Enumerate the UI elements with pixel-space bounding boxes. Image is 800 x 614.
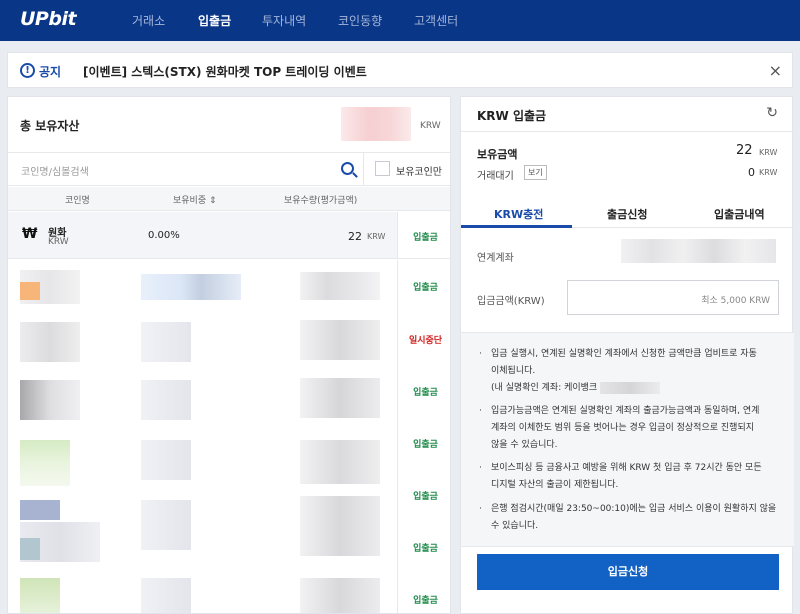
divider [363, 153, 364, 186]
deposit-amount-label: 입금금액(KRW) [477, 296, 545, 307]
search-icon[interactable] [341, 162, 354, 175]
note-item: 보이스피싱 등 금융사고 예방을 위해 KRW 첫 입금 후 72시간 동안 모… [477, 460, 782, 494]
total-assets-label: 총 보유자산 [20, 119, 80, 133]
account-number-redacted [600, 381, 661, 394]
krw-icon: ₩ [22, 226, 38, 242]
deposit-notes: 입금 실행시, 연계된 실명확인 계좌에서 신청한 금액만큼 업비트로 자동 이… [461, 332, 794, 547]
pending-value: 0 [748, 166, 755, 179]
holding-ratio: 0.00% [148, 230, 180, 241]
linked-account-value-redacted [621, 239, 776, 263]
upbit-logo[interactable]: UPbit [20, 8, 77, 30]
active-tab-indicator [461, 225, 572, 228]
note-item: 입금가능금액은 연계된 실명확인 계좌의 출금가능금액과 동일하며, 연계 계좌… [477, 403, 782, 454]
nav-item-investments[interactable]: 투자내역 [262, 12, 306, 29]
holding-amount: 22 [348, 230, 362, 243]
deposit-submit-button[interactable]: 입금신청 [477, 554, 779, 590]
notice-link[interactable]: [이벤트] 스텍스(STX) 원화마켓 TOP 트레이딩 이벤트 [83, 63, 367, 80]
only-holdings-checkbox[interactable] [375, 161, 390, 176]
deposit-withdraw-button[interactable]: 입출금 [398, 280, 450, 293]
deposit-withdraw-button[interactable]: 입출금 [398, 541, 450, 554]
action-cell: 입출금 [397, 212, 450, 258]
tab-withdraw-request[interactable]: 출금신청 [607, 206, 647, 222]
refresh-icon[interactable]: ↻ [766, 105, 778, 121]
tab-krw-deposit[interactable]: KRW충전 [494, 206, 543, 222]
pending-unit: KRW [759, 168, 778, 177]
linked-account-label: 연계계좌 [477, 253, 514, 264]
search-row: 코인명/심볼검색 보유코인만 [8, 152, 450, 186]
nav-item-customer-center[interactable]: 고객센터 [414, 12, 458, 29]
deposit-withdraw-button[interactable]: 입출금 [398, 230, 450, 243]
holding-unit: KRW [367, 232, 386, 241]
deposit-withdraw-button[interactable]: 입출금 [398, 593, 450, 606]
holdings-panel: 총 보유자산 KRW 코인명/심볼검색 보유코인만 코인명 보유비중 ⇕ 보유수… [7, 96, 451, 614]
balance-value: 22 [736, 143, 753, 158]
nav-item-exchange[interactable]: 거래소 [132, 12, 165, 29]
column-header-amount[interactable]: 보유수량(평가금액) [284, 193, 357, 206]
notice-bar: ! 공지 [이벤트] 스텍스(STX) 원화마켓 TOP 트레이딩 이벤트 × [7, 52, 793, 88]
suspended-button[interactable]: 일시중단 [398, 333, 450, 346]
krw-panel: KRW 입출금 ↻ 보유금액 22 KRW 거래대기 보기 0 KRW KRW충… [460, 96, 794, 614]
deposit-amount-input[interactable]: 최소 5,000 KRW [567, 280, 779, 315]
top-nav: UPbit 거래소 입출금 투자내역 코인동향 고객센터 [0, 0, 800, 41]
note-item: 입금 실행시, 연계된 실명확인 계좌에서 신청한 금액만큼 업비트로 자동 이… [477, 346, 782, 397]
deposit-withdraw-button[interactable]: 입출금 [398, 385, 450, 398]
close-icon[interactable]: × [769, 61, 782, 80]
tab-bar: KRW충전 출금신청 입출금내역 [461, 198, 794, 228]
note-item: 은행 점검시간(매일 23:50~00:10)에는 입금 서비스 이용이 원활하… [477, 501, 782, 535]
coin-code: KRW [48, 237, 69, 247]
tab-history[interactable]: 입출금내역 [714, 206, 765, 222]
balance-unit: KRW [759, 148, 778, 157]
only-holdings-label[interactable]: 보유코인만 [396, 163, 442, 178]
column-header-ratio[interactable]: 보유비중 ⇕ [173, 193, 217, 206]
view-pending-button[interactable]: 보기 [524, 165, 547, 180]
nav-item-coin-trends[interactable]: 코인동향 [338, 12, 382, 29]
column-header-coin[interactable]: 코인명 [65, 193, 90, 206]
alert-icon: ! [20, 63, 35, 78]
table-header: 코인명 보유비중 ⇕ 보유수량(평가금액) [8, 187, 450, 211]
deposit-withdraw-button[interactable]: 입출금 [398, 437, 450, 450]
deposit-withdraw-button[interactable]: 입출금 [398, 489, 450, 502]
table-row[interactable]: ₩ 원화 KRW 0.00% 22 KRW 입출금 [8, 212, 450, 259]
pending-label: 거래대기 [477, 171, 514, 182]
balance-label: 보유금액 [477, 148, 518, 161]
total-assets-value-redacted [341, 107, 411, 141]
nav-item-deposit-withdraw[interactable]: 입출금 [198, 12, 231, 29]
deposit-amount-placeholder: 최소 5,000 KRW [701, 296, 770, 306]
action-column: 입출금 일시중단 입출금 입출금 입출금 입출금 입출금 [397, 260, 450, 613]
total-assets-unit: KRW [420, 121, 441, 131]
redacted-rows [8, 260, 397, 613]
panel-title: KRW 입출금 [477, 109, 547, 123]
notice-tag: 공지 [39, 65, 62, 79]
divider [461, 131, 794, 132]
search-input[interactable]: 코인명/심볼검색 [21, 163, 89, 178]
